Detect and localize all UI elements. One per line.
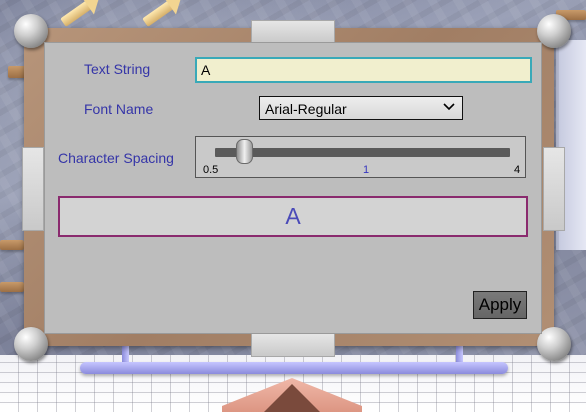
- text-string-input[interactable]: A: [195, 57, 532, 83]
- corner-knob-top-right[interactable]: [537, 14, 571, 48]
- slider-max-label: 4: [514, 164, 521, 176]
- font-name-selected-value: Arial-Regular: [265, 101, 347, 117]
- text-string-label: Text String: [84, 61, 151, 77]
- slider-min-label: 0.5: [203, 164, 219, 176]
- panel-drag-handle-bottom[interactable]: [251, 333, 335, 357]
- corner-knob-bottom-right[interactable]: [537, 327, 571, 361]
- background-rail: [80, 362, 508, 374]
- character-spacing-label: Character Spacing: [58, 150, 174, 166]
- text-preview: A: [58, 196, 528, 237]
- apply-button[interactable]: Apply: [473, 291, 527, 319]
- background-shelf: [0, 282, 24, 292]
- slider-track[interactable]: [215, 148, 510, 157]
- font-name-label: Font Name: [84, 101, 154, 117]
- slider-mid-label: 1: [363, 164, 370, 176]
- panel-drag-handle-top[interactable]: [251, 20, 335, 44]
- corner-knob-top-left[interactable]: [14, 14, 48, 48]
- character-spacing-slider[interactable]: 0.5 1 4: [195, 136, 526, 178]
- background-shelf: [0, 240, 24, 250]
- panel-resize-handle-left[interactable]: [22, 147, 44, 231]
- corner-knob-bottom-left[interactable]: [14, 327, 48, 361]
- font-name-dropdown[interactable]: Arial-Regular: [259, 96, 463, 120]
- chevron-down-icon: [443, 103, 455, 111]
- text-settings-panel: [44, 42, 542, 334]
- panel-resize-handle-right[interactable]: [543, 147, 565, 231]
- slider-thumb[interactable]: [235, 139, 253, 164]
